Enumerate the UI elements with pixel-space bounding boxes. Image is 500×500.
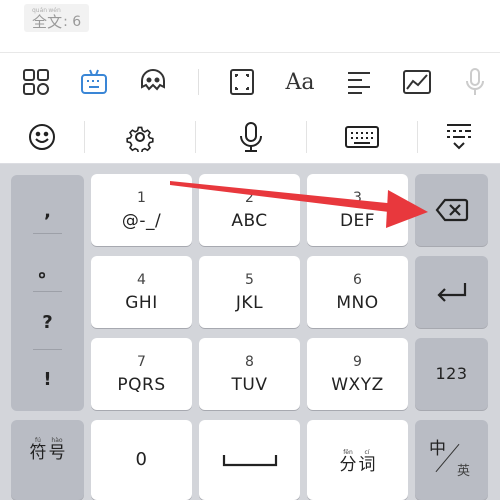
keyboard-robot-icon[interactable] bbox=[69, 53, 119, 111]
punctuation-column[interactable]: , 。 ? ! bbox=[11, 175, 84, 411]
lang-english-label: 英 bbox=[457, 464, 471, 479]
key-6[interactable]: 6 MNO bbox=[307, 256, 408, 328]
key-letters: PQRS bbox=[117, 374, 166, 395]
symbols-label: fú 符 hào 号 bbox=[29, 437, 66, 463]
emoji-icon[interactable] bbox=[0, 111, 84, 163]
word-segment-key[interactable]: fēn 分 cí 词 bbox=[307, 420, 408, 500]
label-char-1: quán 全 bbox=[32, 7, 48, 31]
chart-image-icon[interactable] bbox=[392, 53, 442, 111]
zero-label: 0 bbox=[135, 449, 148, 470]
symbols-key[interactable]: fú 符 hào 号 bbox=[11, 420, 84, 500]
punct-divider bbox=[33, 349, 62, 350]
key-letters: TUV bbox=[231, 374, 268, 395]
space-key[interactable] bbox=[199, 420, 300, 500]
key-4[interactable]: 4 GHI bbox=[91, 256, 192, 328]
key-letters: DEF bbox=[339, 210, 376, 231]
key-number: 1 bbox=[137, 189, 146, 206]
key-letters: GHI bbox=[125, 292, 158, 313]
punct-period-key[interactable]: 。 bbox=[11, 257, 84, 283]
space-bar-icon bbox=[222, 455, 277, 467]
word-count-label: quán 全 wén 文 : 6 bbox=[24, 4, 90, 32]
key-letters: WXYZ bbox=[331, 374, 384, 395]
settings-gear-icon[interactable] bbox=[84, 111, 195, 163]
font-icon[interactable]: Aa bbox=[275, 53, 325, 111]
punct-divider bbox=[33, 233, 62, 234]
key-letters: JKL bbox=[235, 292, 264, 313]
sticker-face-icon[interactable] bbox=[128, 53, 178, 111]
collapse-keyboard-icon[interactable] bbox=[417, 111, 500, 163]
key-number: 3 bbox=[353, 189, 362, 206]
key-letters: MNO bbox=[336, 292, 379, 313]
align-left-icon[interactable] bbox=[334, 53, 384, 111]
microphone-icon[interactable] bbox=[195, 111, 306, 163]
key-9[interactable]: 9 WXYZ bbox=[307, 338, 408, 410]
apps-grid-icon[interactable] bbox=[11, 53, 61, 111]
key-1[interactable]: 1 @-_/ bbox=[91, 174, 192, 246]
number-switch-label: 123 bbox=[435, 364, 468, 383]
key-number: 8 bbox=[245, 353, 254, 370]
key-5[interactable]: 5 JKL bbox=[199, 256, 300, 328]
ime-function-bar bbox=[0, 111, 500, 164]
editor-toolbar: Aa bbox=[0, 52, 500, 112]
lang-chinese-label: 中 bbox=[429, 439, 446, 459]
keyboard-icon[interactable] bbox=[306, 111, 417, 163]
key-letters: ABC bbox=[231, 210, 268, 231]
key-8[interactable]: 8 TUV bbox=[199, 338, 300, 410]
language-switch-key[interactable]: 中 英 bbox=[415, 420, 488, 500]
punct-question-key[interactable]: ? bbox=[11, 312, 84, 333]
number-switch-key[interactable]: 123 bbox=[415, 338, 488, 410]
key-number: 5 bbox=[245, 271, 254, 288]
crop-frame-icon[interactable] bbox=[217, 53, 267, 111]
word-count-value: : 6 bbox=[63, 14, 82, 30]
segment-label: fēn 分 cí 词 bbox=[339, 449, 376, 475]
punct-divider bbox=[33, 291, 62, 292]
backspace-icon bbox=[435, 198, 468, 222]
key-2[interactable]: 2 ABC bbox=[199, 174, 300, 246]
key-number: 7 bbox=[137, 353, 146, 370]
key-number: 9 bbox=[353, 353, 362, 370]
key-number: 4 bbox=[137, 271, 146, 288]
key-number: 2 bbox=[245, 189, 254, 206]
key-3[interactable]: 3 DEF bbox=[307, 174, 408, 246]
voice-mic-icon[interactable] bbox=[450, 53, 500, 111]
enter-key[interactable] bbox=[415, 256, 488, 328]
zero-key[interactable]: 0 bbox=[91, 420, 192, 500]
key-number: 6 bbox=[353, 271, 362, 288]
key-7[interactable]: 7 PQRS bbox=[91, 338, 192, 410]
return-arrow-icon bbox=[436, 283, 466, 302]
punct-exclaim-key[interactable]: ! bbox=[11, 369, 84, 390]
label-char-2: wén 文 bbox=[47, 7, 63, 31]
toolbar-divider bbox=[198, 69, 199, 95]
backspace-key[interactable] bbox=[415, 174, 488, 246]
punct-comma-key[interactable]: , bbox=[11, 201, 84, 222]
key-letters: @-_/ bbox=[121, 210, 162, 231]
